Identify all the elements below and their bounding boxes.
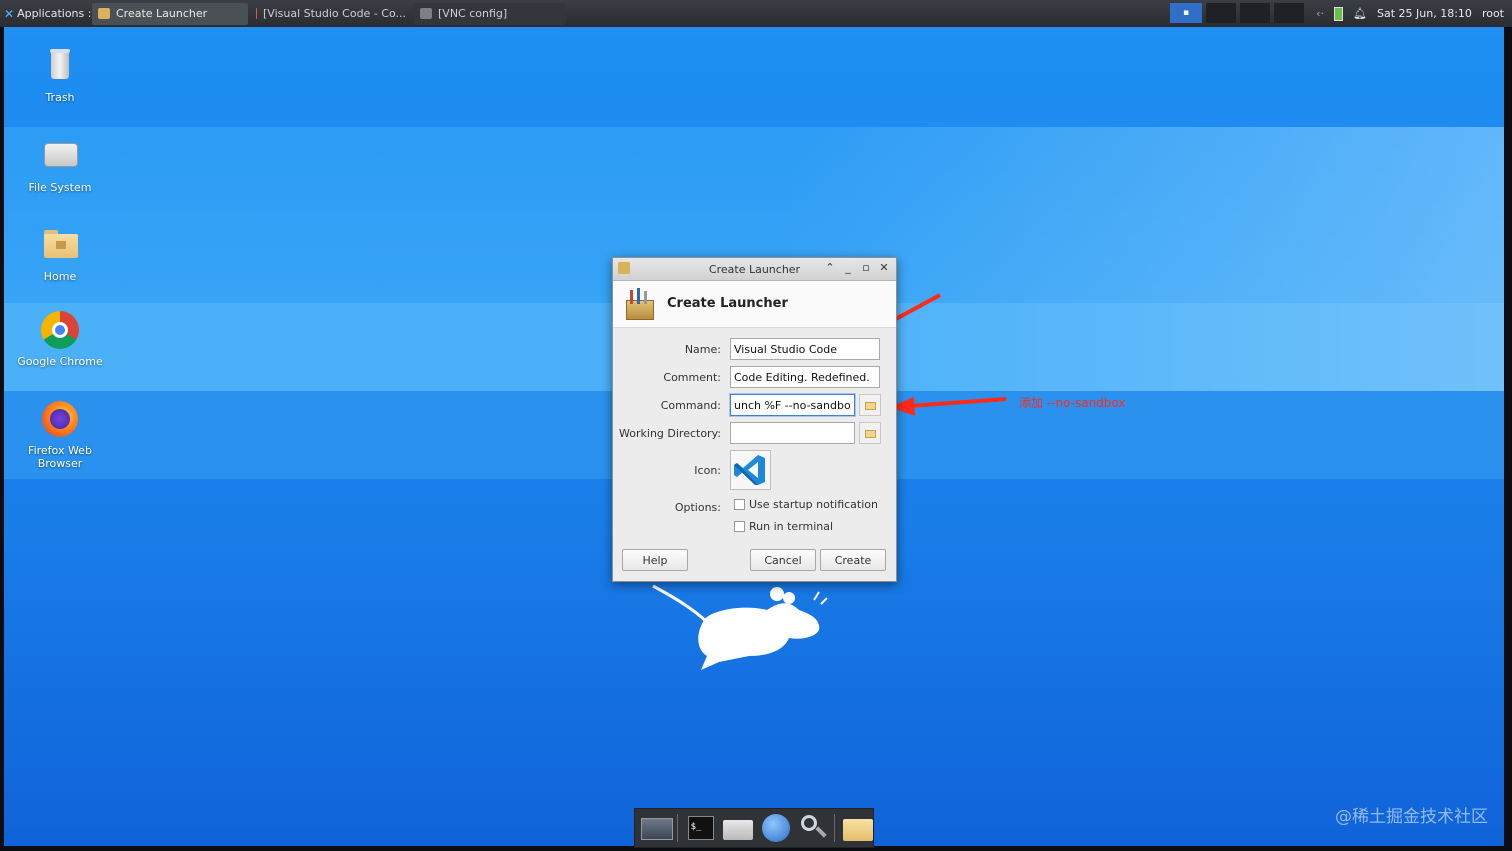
applications-label: Applications : xyxy=(17,7,92,20)
annotation-text: 添加 --no-sandbox xyxy=(1019,396,1126,410)
file-manager-icon[interactable] xyxy=(721,812,754,844)
task-create-launcher[interactable]: Create Launcher xyxy=(92,2,248,25)
top-panel: ✕ Applications : Create Launcher [Visual… xyxy=(0,0,1512,27)
create-button[interactable]: Create xyxy=(820,549,886,571)
bell-icon[interactable]: 🔔︎ xyxy=(1353,7,1367,20)
shade-button[interactable]: ⌃ xyxy=(823,261,837,275)
name-field[interactable] xyxy=(730,338,880,360)
minimize-button[interactable]: _ xyxy=(841,261,855,275)
dock-separator xyxy=(676,814,678,842)
firefox-small-icon xyxy=(256,8,257,19)
workdir-field[interactable] xyxy=(730,422,855,444)
options-row: Options: Use startup notification xyxy=(613,496,896,520)
folder-icon xyxy=(865,430,876,438)
name-row: Name: xyxy=(613,338,896,362)
options-label: Options: xyxy=(674,501,721,514)
comment-field[interactable] xyxy=(730,366,880,388)
search-icon[interactable] xyxy=(797,812,829,844)
battery-icon[interactable] xyxy=(1334,6,1344,21)
icon-picker-button[interactable] xyxy=(730,450,771,490)
command-label: Command: xyxy=(660,399,721,412)
launcher-toolbox-icon xyxy=(624,288,654,320)
terminal-row: Run in terminal xyxy=(613,518,896,542)
launcher-icon xyxy=(98,8,110,19)
help-button[interactable]: Help xyxy=(622,549,688,571)
show-desktop-icon[interactable] xyxy=(639,812,673,844)
xfce-logo-icon: ✕ xyxy=(4,6,15,21)
close-button[interactable]: ✕ xyxy=(877,261,891,275)
startup-notification-label[interactable]: Use startup notification xyxy=(749,498,878,511)
create-launcher-dialog: Create Launcher ⌃ _ ▫ ✕ Create Launcher … xyxy=(612,257,897,582)
user-label[interactable]: root xyxy=(1482,7,1504,20)
workdir-label: Working Directory: xyxy=(619,427,721,440)
maximize-button[interactable]: ▫ xyxy=(859,261,873,275)
cancel-button[interactable]: Cancel xyxy=(750,549,816,571)
task-vscode[interactable]: [Visual Studio Code - Co... xyxy=(250,3,412,25)
window-small-icon xyxy=(420,8,432,19)
dock-separator xyxy=(834,814,836,842)
dialog-titlebar[interactable]: Create Launcher ⌃ _ ▫ ✕ xyxy=(613,258,896,281)
folder-icon xyxy=(865,402,876,410)
comment-row: Comment: xyxy=(613,366,896,390)
command-browse-button[interactable] xyxy=(859,394,881,416)
command-row: Command: xyxy=(613,394,896,418)
clock[interactable]: Sat 25 Jun, 18:10 xyxy=(1377,7,1472,20)
applications-menu[interactable]: ✕ Applications : xyxy=(0,0,92,27)
network-icon[interactable]: ‹· xyxy=(1316,7,1324,20)
task-label: [VNC config] xyxy=(438,7,508,20)
comment-label: Comment: xyxy=(663,371,721,384)
workspace-3[interactable] xyxy=(1240,3,1270,23)
folder-icon[interactable] xyxy=(841,812,874,844)
task-label: [Visual Studio Code - Co... xyxy=(263,7,406,20)
watermark: @稀土掘金技术社区 xyxy=(1335,807,1488,827)
workdir-row: Working Directory: xyxy=(613,422,896,446)
name-label: Name: xyxy=(684,343,721,356)
run-in-terminal-checkbox[interactable] xyxy=(734,521,745,532)
icon-label: Icon: xyxy=(694,464,721,477)
globe-icon[interactable] xyxy=(759,812,791,844)
vscode-icon xyxy=(734,455,765,485)
icon-row: Icon: xyxy=(613,450,896,492)
workspace-4[interactable] xyxy=(1274,3,1304,23)
dialog-header: Create Launcher xyxy=(613,281,896,328)
bottom-dock: $_ xyxy=(634,808,874,848)
system-tray: ‹· 🔔︎ Sat 25 Jun, 18:10 root xyxy=(1316,0,1512,27)
command-field[interactable] xyxy=(730,394,855,416)
workspace-2[interactable] xyxy=(1206,3,1236,23)
workspace-1[interactable]: ▪ xyxy=(1170,3,1202,23)
workdir-browse-button[interactable] xyxy=(859,422,881,444)
task-label: Create Launcher xyxy=(116,7,208,20)
startup-notification-checkbox[interactable] xyxy=(734,499,745,510)
run-in-terminal-label[interactable]: Run in terminal xyxy=(749,520,833,533)
dialog-header-title: Create Launcher xyxy=(667,296,788,311)
task-vnc-config[interactable]: [VNC config] xyxy=(414,2,566,25)
terminal-icon[interactable]: $_ xyxy=(684,812,716,844)
